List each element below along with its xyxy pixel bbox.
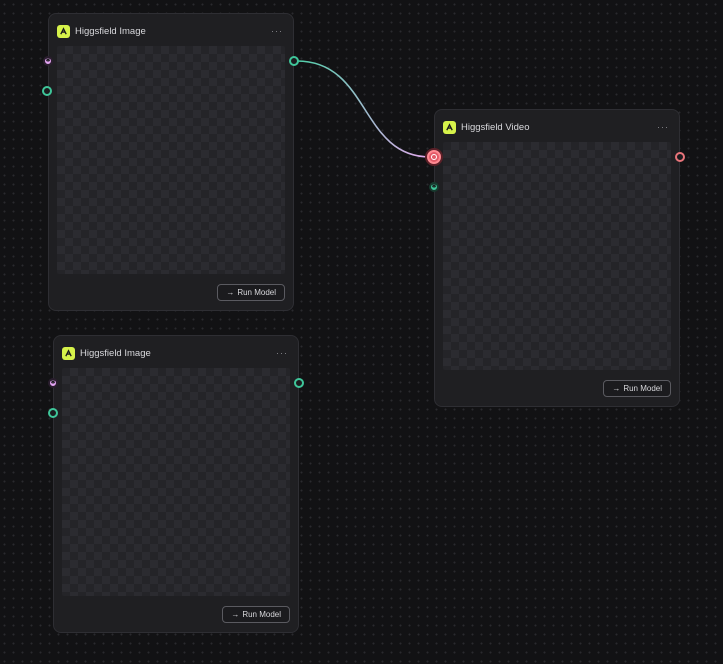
- run-model-label: Run Model: [237, 288, 276, 297]
- node-header: Higgsfield Image ···: [62, 344, 290, 362]
- node-higgsfield-video[interactable]: Higgsfield Video ··· → Run Model: [434, 109, 680, 407]
- arrow-right-icon: →: [226, 288, 235, 297]
- output-port-image[interactable]: [289, 56, 299, 66]
- run-model-label: Run Model: [242, 610, 281, 619]
- input-port-prompt[interactable]: [48, 378, 58, 388]
- node-higgsfield-image-1[interactable]: Higgsfield Image ··· → Run Model: [48, 13, 294, 311]
- node-title: Higgsfield Image: [80, 347, 151, 359]
- higgsfield-logo-icon: [57, 24, 70, 38]
- input-port-prompt[interactable]: [429, 182, 439, 192]
- image-preview: [57, 46, 285, 274]
- run-model-button[interactable]: → Run Model: [603, 380, 671, 397]
- output-port-video[interactable]: [675, 152, 685, 162]
- input-port-image-connected[interactable]: [427, 150, 441, 164]
- input-port-image[interactable]: [48, 408, 58, 418]
- node-title: Higgsfield Image: [75, 25, 146, 37]
- output-port-image[interactable]: [294, 378, 304, 388]
- input-port-image[interactable]: [42, 86, 52, 96]
- more-options-icon[interactable]: ···: [269, 26, 285, 36]
- node-header: Higgsfield Video ···: [443, 118, 671, 136]
- arrow-right-icon: →: [612, 384, 621, 393]
- node-title: Higgsfield Video: [461, 121, 530, 133]
- edge-image-to-video[interactable]: [296, 60, 431, 158]
- run-model-button[interactable]: → Run Model: [217, 284, 285, 301]
- run-model-button[interactable]: → Run Model: [222, 606, 290, 623]
- node-higgsfield-image-2[interactable]: Higgsfield Image ··· → Run Model: [53, 335, 299, 633]
- higgsfield-logo-icon: [62, 346, 75, 360]
- more-options-icon[interactable]: ···: [655, 122, 671, 132]
- node-header: Higgsfield Image ···: [57, 22, 285, 40]
- arrow-right-icon: →: [231, 610, 240, 619]
- image-preview: [62, 368, 290, 596]
- more-options-icon[interactable]: ···: [274, 348, 290, 358]
- higgsfield-logo-icon: [443, 120, 456, 134]
- run-model-label: Run Model: [623, 384, 662, 393]
- input-port-prompt[interactable]: [43, 56, 53, 66]
- video-preview: [443, 142, 671, 370]
